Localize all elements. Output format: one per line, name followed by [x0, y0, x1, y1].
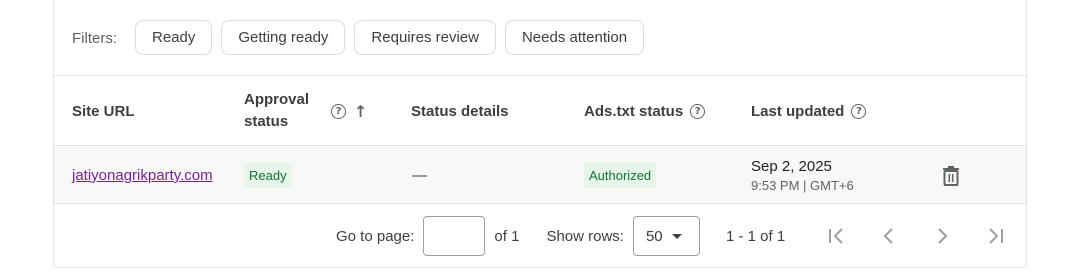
- delete-cell: [942, 147, 960, 204]
- rows-per-page-select[interactable]: 50: [632, 216, 700, 256]
- last-updated-cell: Sep 2, 2025 9:53 PM | GMT+6: [751, 147, 854, 204]
- caret-down-icon: [671, 233, 682, 239]
- column-header-approval-status-label: Approval status: [244, 91, 310, 130]
- trash-icon[interactable]: [942, 165, 960, 186]
- table-row: jatiyonagrikparty.com Ready — Authorized…: [54, 147, 1026, 204]
- column-header-last-updated-label: Last updated: [751, 102, 845, 120]
- approval-status-cell: Ready: [244, 147, 292, 204]
- filter-chip-needs-attention[interactable]: Needs attention: [504, 19, 645, 55]
- filter-chip-getting-ready[interactable]: Getting ready: [221, 19, 346, 55]
- last-updated-date: Sep 2, 2025: [751, 158, 832, 175]
- filters-bar: Filters: Ready Getting ready Requires re…: [54, 0, 1026, 76]
- site-url-cell: jatiyonagrikparty.com: [72, 147, 213, 204]
- filter-chip-ready[interactable]: Ready: [135, 19, 213, 55]
- arrow-up-icon[interactable]: ↑: [354, 102, 367, 121]
- go-to-page-label: Go to page:: [336, 227, 415, 245]
- filters-label: Filters:: [72, 30, 117, 47]
- show-rows-label: Show rows:: [546, 227, 624, 245]
- chevron-right-icon[interactable]: [930, 224, 954, 248]
- column-header-site-url[interactable]: Site URL: [72, 76, 135, 146]
- last-updated-time: 9:53 PM | GMT+6: [751, 178, 854, 193]
- column-header-approval-status[interactable]: Approval status ? ↑: [244, 76, 367, 146]
- filter-chip-requires-review[interactable]: Requires review: [354, 19, 496, 55]
- status-badge: Ready: [244, 163, 292, 188]
- go-to-page-input[interactable]: [423, 216, 486, 256]
- ads-txt-badge: Authorized: [584, 163, 657, 188]
- page-range: 1 - 1 of 1: [725, 227, 786, 245]
- column-header-ads-txt-status-label: Ads.txt status: [584, 102, 684, 120]
- column-header-status-details[interactable]: Status details: [411, 76, 509, 146]
- site-url-link[interactable]: jatiyonagrikparty.com: [72, 167, 213, 184]
- status-details-value: —: [412, 167, 427, 184]
- help-circle-icon[interactable]: ?: [851, 103, 867, 119]
- chevron-left-icon[interactable]: [877, 224, 901, 248]
- column-header-site-url-label: Site URL: [72, 102, 135, 120]
- column-header-status-details-label: Status details: [411, 102, 509, 120]
- last-page-icon[interactable]: [983, 224, 1007, 248]
- column-header-last-updated[interactable]: Last updated ?: [751, 76, 867, 146]
- rows-per-page-value: 50: [645, 227, 663, 245]
- status-details-cell: —: [412, 147, 427, 204]
- column-header-ads-txt-status[interactable]: Ads.txt status ?: [584, 76, 706, 146]
- pagination-bar: Go to page: of 1 Show rows: 50 1 - 1 of …: [54, 205, 1026, 267]
- page-count: of 1: [494, 227, 520, 245]
- table-header: Site URL Approval status ? ↑ Status deta…: [54, 76, 1026, 146]
- sites-table-card: Filters: Ready Getting ready Requires re…: [53, 0, 1027, 268]
- ads-txt-status-cell: Authorized: [584, 147, 657, 204]
- first-page-icon[interactable]: [825, 224, 849, 248]
- help-circle-icon[interactable]: ?: [690, 103, 706, 119]
- help-circle-icon[interactable]: ?: [331, 103, 346, 119]
